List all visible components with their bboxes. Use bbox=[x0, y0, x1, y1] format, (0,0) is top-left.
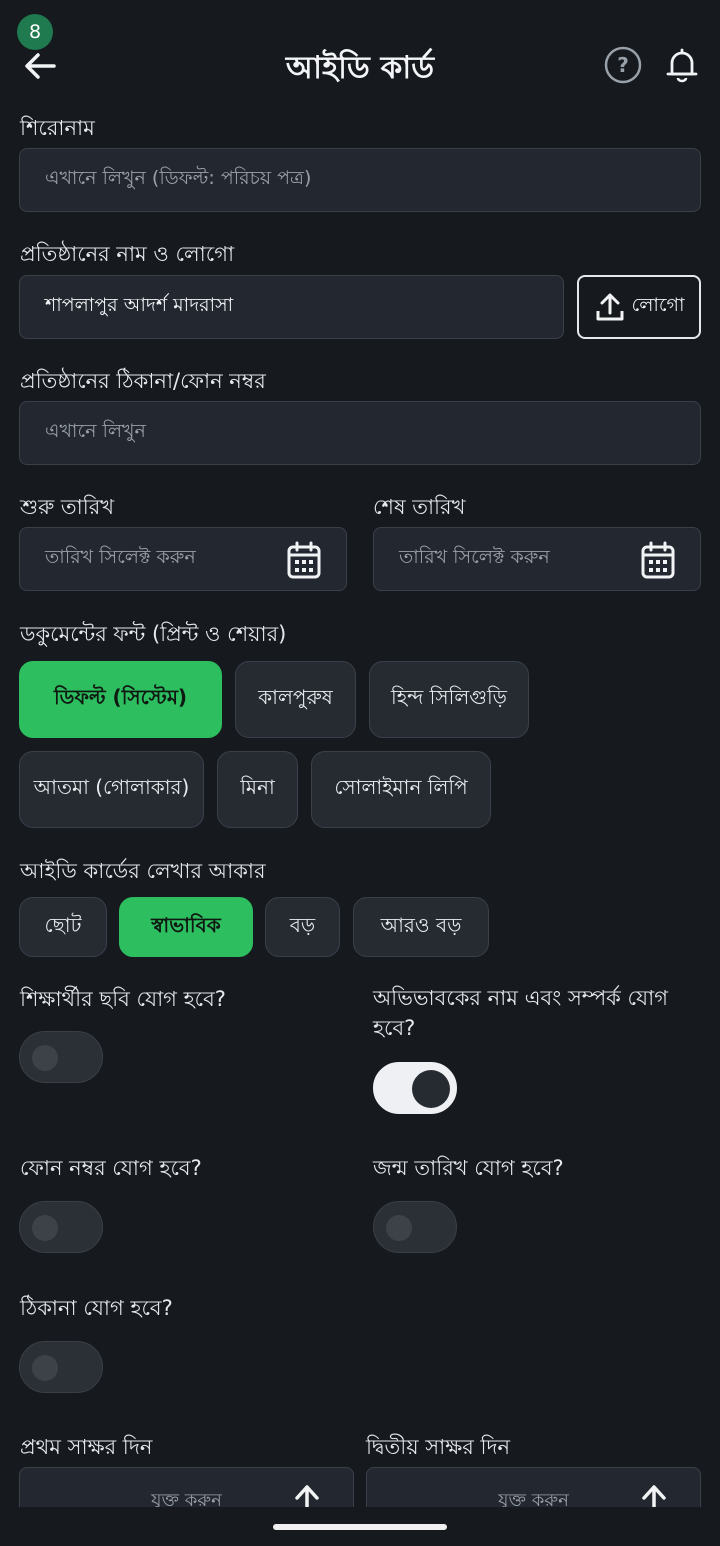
institution-name-input[interactable]: শাপলাপুর আদর্শ মাদরাসা bbox=[19, 275, 564, 339]
first-sign-label: প্রথম সাক্ষর দিন bbox=[20, 1435, 153, 1459]
svg-text:?: ? bbox=[617, 53, 629, 77]
bell-icon[interactable] bbox=[664, 46, 700, 84]
end-date-picker[interactable]: তারিখ সিলেক্ট করুন bbox=[373, 527, 701, 591]
upload-logo-button[interactable]: লোগো bbox=[577, 275, 701, 339]
student-photo-toggle[interactable] bbox=[19, 1031, 103, 1083]
start-date-placeholder: তারিখ সিলেক্ট করুন bbox=[45, 546, 196, 568]
birth-date-toggle[interactable] bbox=[373, 1201, 457, 1253]
address-label: প্রতিষ্ঠানের ঠিকানা/ফোন নম্বর bbox=[20, 369, 266, 393]
heading-label: শিরোনাম bbox=[20, 116, 95, 140]
guardian-toggle[interactable] bbox=[373, 1062, 457, 1114]
font-option-atma[interactable]: আতমা (গোলাকার) bbox=[19, 751, 204, 828]
address-toggle[interactable] bbox=[19, 1341, 103, 1393]
start-date-picker[interactable]: তারিখ সিলেক্ট করুন bbox=[19, 527, 347, 591]
size-option-normal[interactable]: স্বাভাবিক bbox=[119, 897, 253, 957]
phone-label: ফোন নম্বর যোগ হবে? bbox=[20, 1156, 202, 1180]
heading-placeholder: এখানে লিখুন (ডিফল্ট: পরিচয় পত্র) bbox=[45, 167, 312, 189]
calendar-icon bbox=[287, 541, 321, 579]
home-indicator[interactable] bbox=[273, 1524, 447, 1530]
font-option-mina[interactable]: মিনা bbox=[217, 751, 298, 828]
start-date-label: শুরু তারিখ bbox=[20, 495, 115, 519]
text-size-label: আইডি কার্ডের লেখার আকার bbox=[20, 859, 266, 883]
font-option-default[interactable]: ডিফল্ট (সিস্টেম) bbox=[19, 661, 222, 738]
heading-input[interactable]: এখানে লিখুন (ডিফল্ট: পরিচয় পত্র) bbox=[19, 148, 701, 212]
size-option-large[interactable]: বড় bbox=[265, 897, 340, 957]
font-label: ডকুমেন্টের ফন্ট (প্রিন্ট ও শেয়ার) bbox=[20, 622, 287, 646]
guardian-label: অভিভাবকের নাম এবং সম্পর্ক যোগ হবে? bbox=[373, 986, 669, 1040]
upload-logo-label: লোগো bbox=[631, 294, 685, 316]
birth-date-label: জন্ম তারিখ যোগ হবে? bbox=[373, 1156, 564, 1180]
second-sign-label: দ্বিতীয় সাক্ষর দিন bbox=[366, 1435, 511, 1459]
calendar-icon bbox=[641, 541, 675, 579]
font-option-hind-siliguri[interactable]: হিন্দ সিলিগুড়ি bbox=[369, 661, 529, 738]
end-date-label: শেষ তারিখ bbox=[373, 495, 466, 519]
institution-name-value: শাপলাপুর আদর্শ মাদরাসা bbox=[45, 294, 234, 316]
size-option-extra-large[interactable]: আরও বড় bbox=[353, 897, 489, 957]
upload-icon bbox=[596, 293, 623, 321]
student-photo-label: শিক্ষার্থীর ছবি যোগ হবে? bbox=[20, 987, 226, 1011]
question-circle-icon[interactable]: ? bbox=[604, 46, 642, 84]
address-placeholder: এখানে লিখুন bbox=[45, 420, 146, 442]
end-date-placeholder: তারিখ সিলেক্ট করুন bbox=[399, 546, 550, 568]
address-input[interactable]: এখানে লিখুন bbox=[19, 401, 701, 465]
phone-toggle[interactable] bbox=[19, 1201, 103, 1253]
size-option-small[interactable]: ছোট bbox=[19, 897, 107, 957]
font-option-solaimanlipi[interactable]: সোলাইমান লিপি bbox=[311, 751, 491, 828]
institution-label: প্রতিষ্ঠানের নাম ও লোগো bbox=[20, 242, 235, 266]
address-toggle-label: ঠিকানা যোগ হবে? bbox=[20, 1296, 173, 1320]
font-option-kalpurush[interactable]: কালপুরুষ bbox=[235, 661, 356, 738]
